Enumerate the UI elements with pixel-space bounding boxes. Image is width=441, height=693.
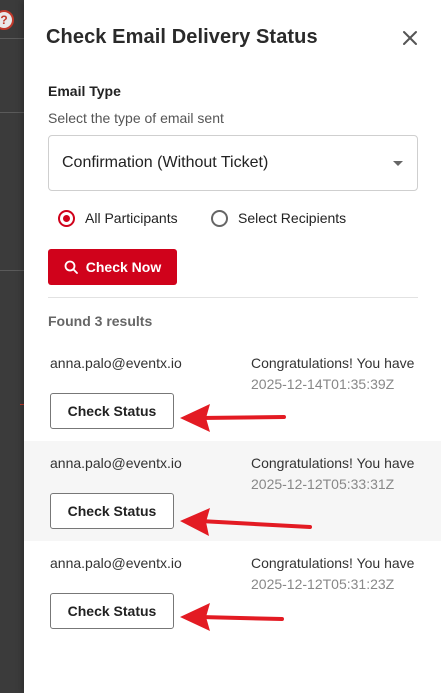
radio-all-participants[interactable]: All Participants (58, 208, 178, 228)
radio-label: All Participants (85, 210, 178, 226)
result-timestamp: 2025-12-14T01:35:39Z (251, 376, 395, 392)
annotation-arrow-icon (180, 603, 284, 631)
section-divider (48, 297, 418, 298)
result-subject: Congratulations! You have (251, 355, 415, 371)
email-type-label: Email Type (48, 83, 121, 99)
result-email: anna.palo@eventx.io (50, 355, 182, 371)
results-summary: Found 3 results (48, 313, 153, 329)
result-subject: Congratulations! You have (251, 555, 415, 571)
radio-select-recipients[interactable]: Select Recipients (211, 208, 346, 228)
drawer-title: Check Email Delivery Status (46, 26, 318, 48)
annotation-arrow-icon (180, 404, 286, 432)
radio-checked-icon (58, 209, 75, 227)
close-icon (403, 31, 417, 45)
delivery-status-drawer: Check Email Delivery Status Email Type S… (24, 0, 441, 693)
email-type-helper: Select the type of email sent (48, 110, 224, 126)
background-divider (0, 38, 24, 39)
search-icon (64, 260, 78, 274)
annotation-arrow-icon (180, 508, 312, 536)
result-subject: Congratulations! You have (251, 455, 415, 471)
check-status-button[interactable]: Check Status (50, 393, 174, 429)
radio-label: Select Recipients (238, 210, 347, 226)
radio-unchecked-icon (211, 209, 228, 227)
background-page: ? (0, 0, 24, 693)
background-divider (0, 112, 24, 113)
email-type-select[interactable]: Confirmation (Without Ticket) (48, 135, 418, 191)
check-now-label: Check Now (85, 259, 162, 275)
help-circle-icon: ? (0, 10, 14, 30)
check-status-button[interactable]: Check Status (50, 493, 174, 529)
email-type-selected-value: Confirmation (Without Ticket) (62, 154, 269, 171)
caret-down-icon (393, 161, 403, 166)
result-timestamp: 2025-12-12T05:31:23Z (251, 576, 395, 592)
result-email: anna.palo@eventx.io (50, 555, 182, 571)
result-timestamp: 2025-12-12T05:33:31Z (251, 476, 395, 492)
check-status-button[interactable]: Check Status (50, 593, 174, 629)
result-email: anna.palo@eventx.io (50, 455, 182, 471)
background-divider (0, 270, 24, 271)
check-now-button[interactable]: Check Now (48, 249, 177, 285)
close-button[interactable] (400, 28, 420, 48)
